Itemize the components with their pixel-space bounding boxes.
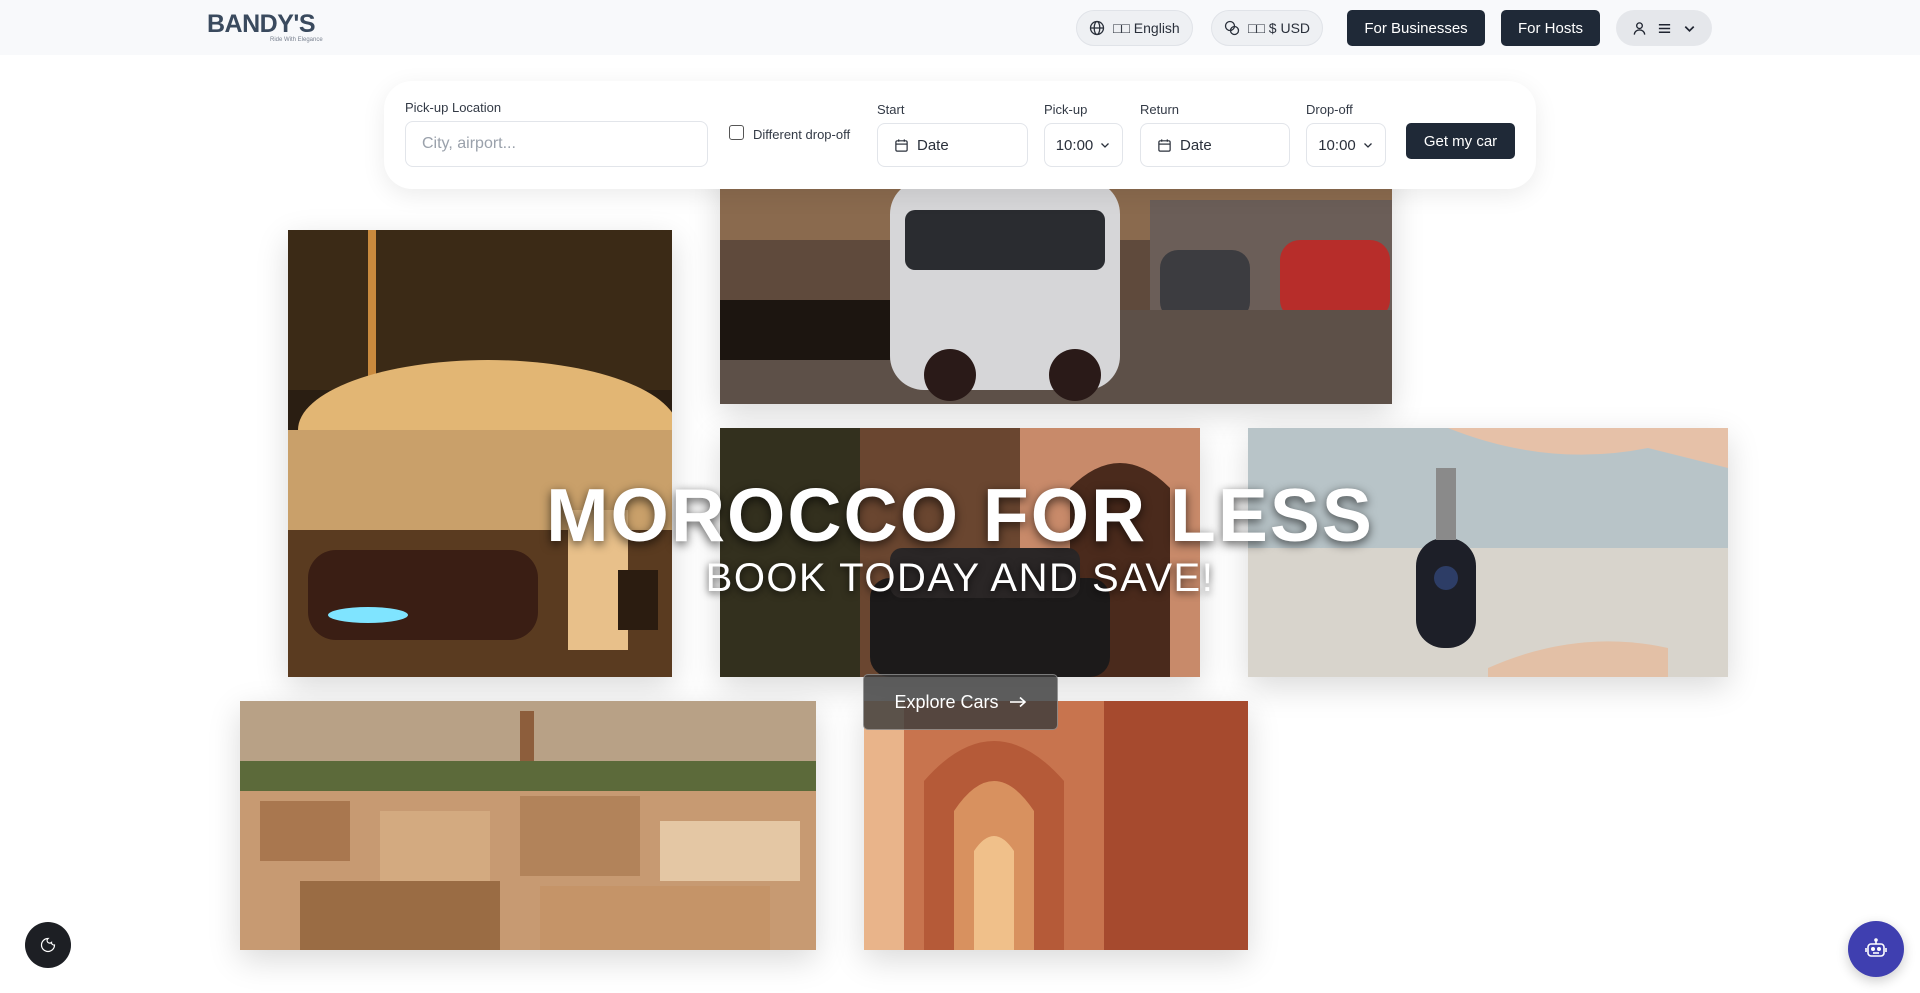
different-dropoff-label: Different drop-off <box>753 127 851 142</box>
globe-icon <box>1089 20 1105 36</box>
menu-icon <box>1658 23 1670 33</box>
start-date-input[interactable]: Date <box>877 123 1028 167</box>
photo-city-car <box>720 160 1392 404</box>
site-header: BANDY'S Ride With Elegance □□ English □□… <box>0 0 1920 55</box>
photo-convertible-night <box>288 230 672 677</box>
for-businesses-button[interactable]: For Businesses <box>1347 10 1485 46</box>
currency-selector[interactable]: □□ $ USD <box>1211 10 1324 46</box>
different-dropoff-checkbox[interactable] <box>729 125 744 140</box>
user-menu-button[interactable] <box>1616 10 1712 46</box>
language-selector[interactable]: □□ English <box>1076 10 1193 46</box>
dropoff-time-label: Drop-off <box>1306 102 1353 117</box>
explore-cars-button[interactable]: Explore Cars <box>863 674 1058 730</box>
photo-marrakech-aerial <box>240 701 816 950</box>
get-my-car-button[interactable]: Get my car <box>1406 123 1515 159</box>
explore-cars-label: Explore Cars <box>894 691 999 712</box>
start-label: Start <box>877 102 905 117</box>
brand-logo[interactable]: BANDY'S Ride With Elegance <box>207 11 323 44</box>
return-date-value: Date <box>1180 136 1212 154</box>
arrow-right-icon <box>1009 696 1026 708</box>
photo-arched-corridor <box>864 701 1248 950</box>
dropoff-time-select[interactable]: 10:00 <box>1306 123 1386 167</box>
return-label: Return <box>1140 102 1180 117</box>
return-date-input[interactable]: Date <box>1140 123 1290 167</box>
chevron-down-icon <box>1363 143 1372 148</box>
logo-text: BANDY'S <box>207 10 316 38</box>
pickup-location-label: Pick-up Location <box>405 100 502 115</box>
cookie-icon <box>40 937 56 953</box>
user-icon <box>1633 21 1645 35</box>
calendar-icon <box>1158 138 1171 152</box>
chevron-down-icon <box>1101 143 1110 148</box>
hero-subtitle: BOOK TODAY AND SAVE! <box>705 556 1215 600</box>
robot-icon <box>1865 938 1887 957</box>
hero-title: MOROCCO FOR LESS <box>546 473 1374 557</box>
chevron-down-icon <box>1684 25 1694 32</box>
dropoff-time-value: 10:00 <box>1318 136 1356 154</box>
calendar-icon <box>895 138 908 152</box>
language-label: □□ English <box>1113 20 1180 36</box>
currency-label: □□ $ USD <box>1248 20 1311 36</box>
start-date-value: Date <box>917 136 949 154</box>
pickup-location-input[interactable]: City, airport... <box>405 121 708 167</box>
cookie-settings-button[interactable] <box>25 922 71 968</box>
pickup-time-label: Pick-up <box>1044 102 1088 117</box>
for-hosts-button[interactable]: For Hosts <box>1501 10 1600 46</box>
pickup-time-value: 10:00 <box>1055 136 1094 154</box>
chatbot-button[interactable] <box>1848 921 1904 977</box>
logo-tagline: Ride With Elegance <box>270 37 323 43</box>
currency-icon <box>1224 20 1240 36</box>
pickup-time-select[interactable]: 10:00 <box>1044 123 1123 167</box>
